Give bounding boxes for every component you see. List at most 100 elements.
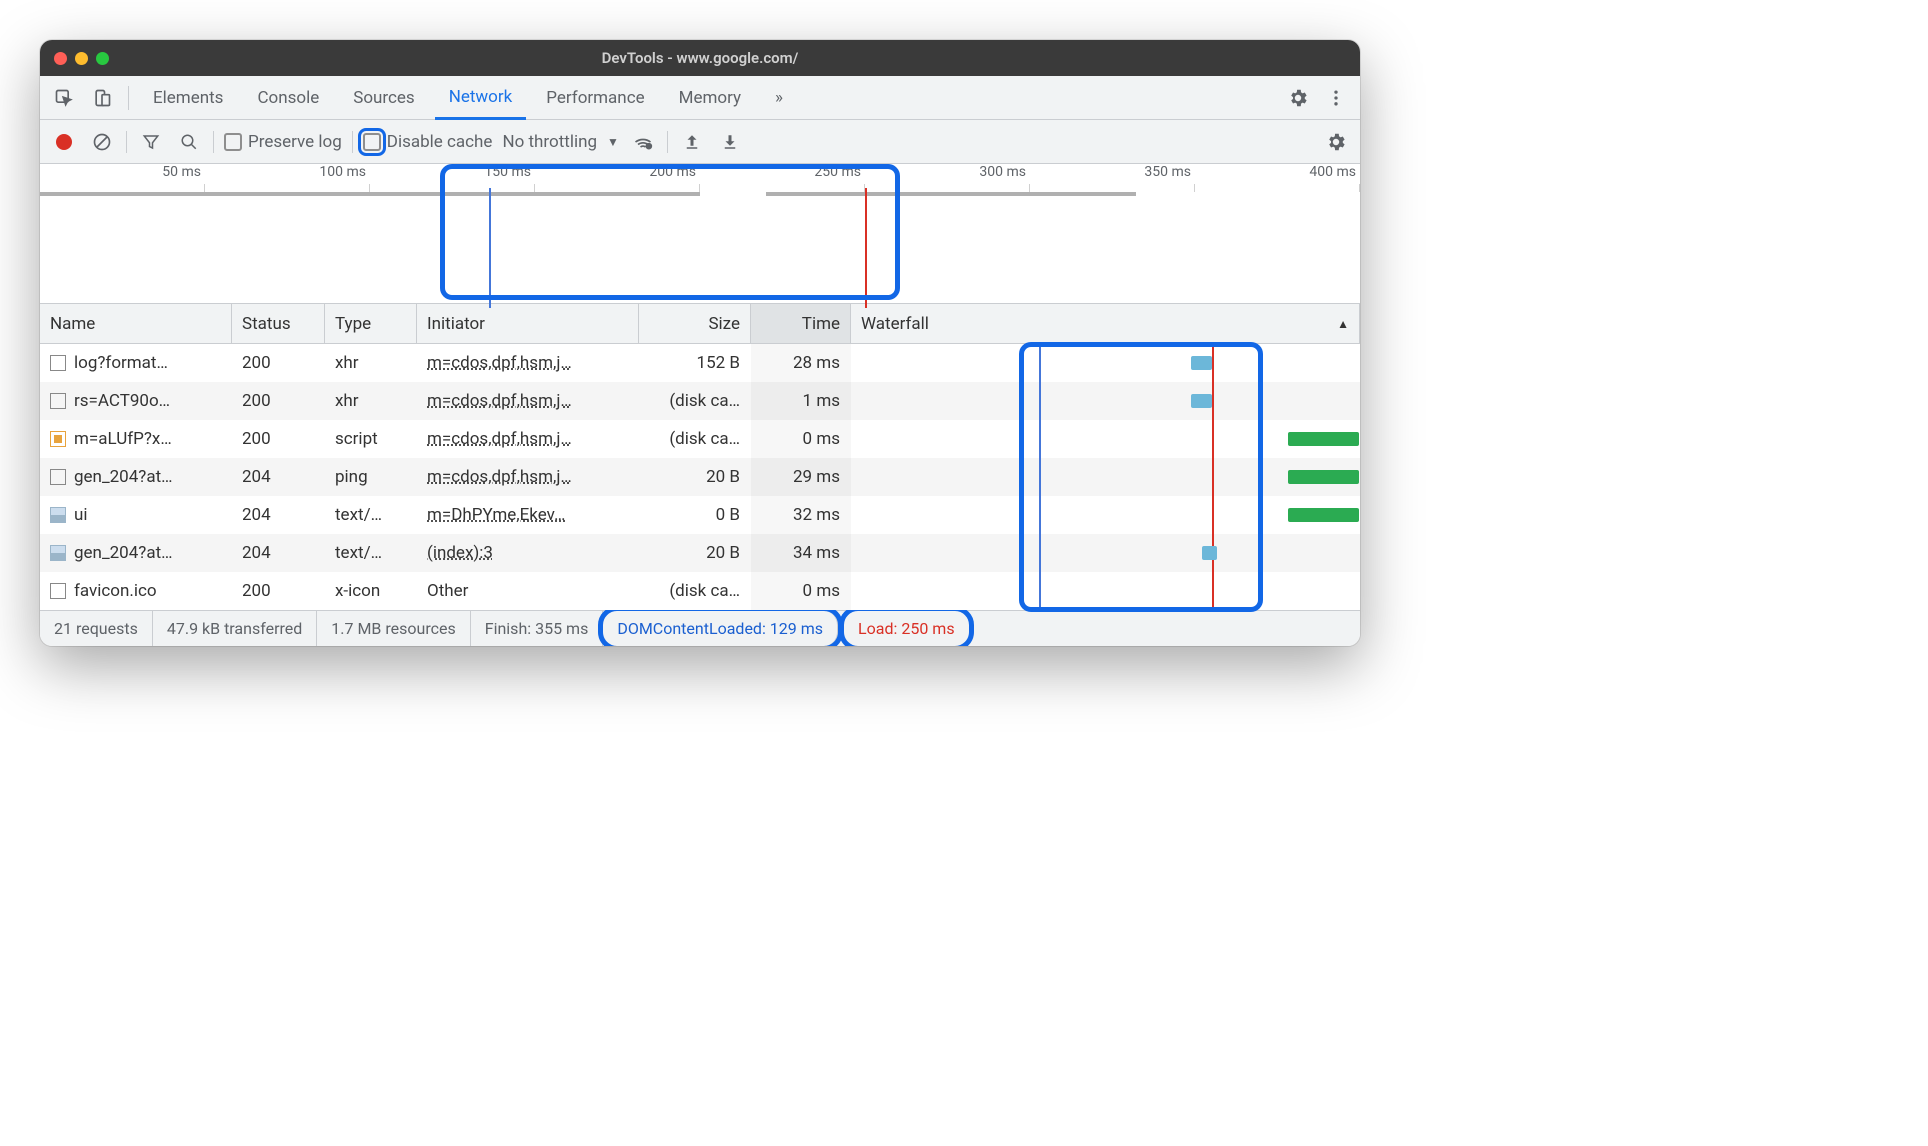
status-bar: 21 requests 47.9 kB transferred 1.7 MB r…	[40, 610, 1360, 646]
chevron-down-icon: ▼	[607, 135, 619, 149]
request-time: 0 ms	[751, 420, 851, 458]
record-button[interactable]	[50, 128, 78, 156]
timeline-overview[interactable]: 50 ms100 ms150 ms200 ms250 ms300 ms350 m…	[40, 164, 1360, 304]
preserve-log-checkbox[interactable]: Preserve log	[224, 132, 342, 152]
clear-icon[interactable]	[88, 128, 116, 156]
request-size: 20 B	[639, 458, 751, 496]
col-waterfall[interactable]: Waterfall▲	[851, 304, 1360, 343]
request-initiator[interactable]: m=cdos,dpf,hsm,j…	[427, 429, 572, 449]
request-size: 152 B	[639, 344, 751, 382]
tabs-overflow[interactable]: »	[761, 76, 797, 120]
devtools-window: DevTools - www.google.com/ ElementsConso…	[40, 40, 1360, 646]
request-time: 29 ms	[751, 458, 851, 496]
network-conditions-icon[interactable]	[629, 128, 657, 156]
col-name[interactable]: Name	[40, 304, 232, 343]
disable-cache-checkbox[interactable]: Disable cache	[363, 132, 493, 152]
resources-size: 1.7 MB resources	[317, 611, 470, 646]
close-icon[interactable]	[54, 52, 67, 65]
request-time: 32 ms	[751, 496, 851, 534]
request-type: xhr	[325, 344, 417, 382]
request-name: m=aLUfP?x…	[74, 429, 172, 449]
upload-icon[interactable]	[678, 128, 706, 156]
file-icon	[50, 393, 66, 409]
tab-sources[interactable]: Sources	[339, 76, 428, 120]
request-initiator[interactable]: (index):3	[427, 543, 493, 563]
col-initiator[interactable]: Initiator	[417, 304, 639, 343]
request-status: 200	[232, 344, 325, 382]
request-name: ui	[74, 505, 88, 525]
request-status: 204	[232, 534, 325, 572]
tab-performance[interactable]: Performance	[532, 76, 658, 120]
file-icon	[50, 507, 66, 523]
domcontentloaded-time: DOMContentLoaded: 129 ms	[603, 611, 838, 646]
more-icon[interactable]	[1320, 82, 1352, 114]
timeline-tick: 50 ms	[40, 164, 205, 186]
request-initiator[interactable]: m=DhPYme,Ekev…	[427, 505, 565, 525]
window-title: DevTools - www.google.com/	[602, 49, 799, 67]
request-status: 204	[232, 496, 325, 534]
request-name: favicon.ico	[74, 581, 157, 601]
panel-tabs: ElementsConsoleSourcesNetworkPerformance…	[40, 76, 1360, 120]
request-initiator[interactable]: Other	[427, 581, 468, 601]
request-type: text/…	[325, 496, 417, 534]
titlebar: DevTools - www.google.com/	[40, 40, 1360, 76]
request-name: log?format…	[74, 353, 168, 373]
request-status: 200	[232, 382, 325, 420]
file-icon	[50, 355, 66, 371]
request-status: 200	[232, 420, 325, 458]
search-icon[interactable]	[175, 128, 203, 156]
request-time: 0 ms	[751, 572, 851, 610]
transferred-size: 47.9 kB transferred	[153, 611, 317, 646]
inspect-icon[interactable]	[48, 82, 80, 114]
table-headers: Name Status Type Initiator Size Time Wat…	[40, 304, 1360, 344]
filter-icon[interactable]	[137, 128, 165, 156]
settings-icon[interactable]	[1282, 82, 1314, 114]
request-type: xhr	[325, 382, 417, 420]
request-name: gen_204?at…	[74, 467, 173, 487]
preserve-log-label: Preserve log	[248, 132, 342, 152]
request-type: script	[325, 420, 417, 458]
load-time: Load: 250 ms	[844, 611, 969, 646]
request-initiator[interactable]: m=cdos,dpf,hsm,j…	[427, 467, 572, 487]
request-time: 28 ms	[751, 344, 851, 382]
annotation-highlight	[1019, 342, 1263, 612]
timeline-tick: 100 ms	[205, 164, 370, 186]
timeline-tick: 400 ms	[1195, 164, 1360, 186]
download-icon[interactable]	[716, 128, 744, 156]
request-size: (disk ca…	[639, 420, 751, 458]
sort-indicator-icon: ▲	[1337, 317, 1349, 331]
tab-memory[interactable]: Memory	[665, 76, 755, 120]
request-name: rs=ACT90o…	[74, 391, 170, 411]
request-status: 204	[232, 458, 325, 496]
tab-network[interactable]: Network	[435, 76, 527, 120]
request-time: 34 ms	[751, 534, 851, 572]
file-icon	[50, 545, 66, 561]
request-initiator[interactable]: m=cdos,dpf,hsm,j…	[427, 391, 572, 411]
disable-cache-label: Disable cache	[387, 132, 493, 152]
requests-count: 21 requests	[40, 611, 153, 646]
window-controls	[54, 52, 109, 65]
col-type[interactable]: Type	[325, 304, 417, 343]
request-status: 200	[232, 572, 325, 610]
file-icon	[50, 583, 66, 599]
annotation-highlight	[440, 164, 900, 300]
tab-elements[interactable]: Elements	[139, 76, 237, 120]
tab-console[interactable]: Console	[243, 76, 333, 120]
col-time[interactable]: Time	[751, 304, 851, 343]
request-size: (disk ca…	[639, 572, 751, 610]
device-toggle-icon[interactable]	[86, 82, 118, 114]
separator	[128, 86, 129, 110]
maximize-icon[interactable]	[96, 52, 109, 65]
request-size: (disk ca…	[639, 382, 751, 420]
request-initiator[interactable]: m=cdos,dpf,hsm,j…	[427, 353, 572, 373]
network-toolbar: Preserve log Disable cache No throttling…	[40, 120, 1360, 164]
minimize-icon[interactable]	[75, 52, 88, 65]
col-size[interactable]: Size	[639, 304, 751, 343]
request-type: ping	[325, 458, 417, 496]
throttling-select[interactable]: No throttling ▼	[502, 132, 618, 152]
request-size: 20 B	[639, 534, 751, 572]
throttling-label: No throttling	[502, 132, 597, 152]
col-status[interactable]: Status	[232, 304, 325, 343]
request-type: text/…	[325, 534, 417, 572]
settings-icon[interactable]	[1322, 128, 1350, 156]
